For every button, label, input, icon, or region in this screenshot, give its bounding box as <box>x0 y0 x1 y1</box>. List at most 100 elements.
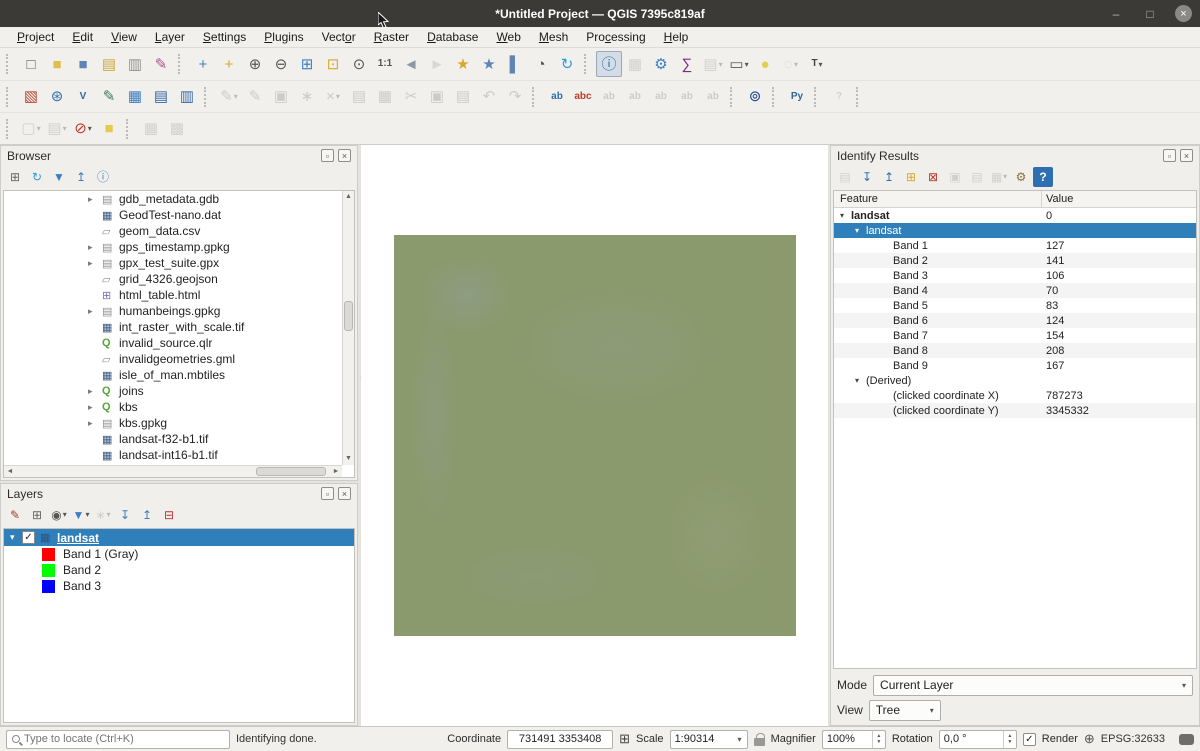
result-row[interactable]: (clicked coordinate X) 787273 <box>834 388 1196 403</box>
expand-arrow-icon[interactable]: ▸ <box>88 386 102 397</box>
scale-combobox[interactable]: 1:90314 <box>670 730 748 749</box>
expand-arrow-icon[interactable]: ▸ <box>88 402 102 413</box>
spin-arrows-icon[interactable]: ▲▼ <box>872 731 885 748</box>
new-print-layout-icon[interactable]: ▤ <box>96 51 122 77</box>
annotation-icon[interactable]: ◌ <box>778 51 804 77</box>
zoom-next-icon[interactable]: ► <box>424 51 450 77</box>
column-header-feature[interactable]: Feature <box>834 191 1042 207</box>
add-feature-icon[interactable]: ∗ <box>294 84 320 110</box>
float-panel-icon[interactable]: ▫ <box>321 487 334 500</box>
text-annotation-icon[interactable]: T <box>804 51 830 77</box>
browser-item[interactable]: ▸ joins <box>4 383 354 399</box>
float-panel-icon[interactable]: ▫ <box>1163 149 1176 162</box>
zoom-in-icon[interactable]: ⊕ <box>242 51 268 77</box>
scrollbar-thumb[interactable] <box>344 301 353 331</box>
save-edits-icon[interactable]: ▣ <box>268 84 294 110</box>
new-shapefile-layer-icon[interactable]: V <box>70 84 96 110</box>
result-row[interactable]: Band 1 127 <box>834 238 1196 253</box>
browser-item[interactable]: ▸ kbs <box>4 399 354 415</box>
save-project-icon[interactable]: ■ <box>70 51 96 77</box>
browser-item[interactable]: html_table.html <box>4 287 354 303</box>
filter-browser-icon[interactable]: ▼ <box>49 167 69 187</box>
rotate-label-icon[interactable]: ab <box>674 84 700 110</box>
panel-splitter[interactable]: ⋮⋮⋮⋮ <box>357 376 361 406</box>
layout-manager-icon[interactable]: ▥ <box>122 51 148 77</box>
layer-visibility-checkbox[interactable]: ✓ <box>22 531 35 544</box>
bookmark-manager-icon[interactable]: ▌ <box>502 51 528 77</box>
identify-mode-icon[interactable]: ▦ <box>989 167 1009 187</box>
redo-icon[interactable]: ↷ <box>502 84 528 110</box>
menu-plugins[interactable]: Plugins <box>255 28 312 46</box>
scroll-down-icon[interactable]: ▼ <box>343 453 354 465</box>
select-by-form-icon[interactable]: ■ <box>96 116 122 142</box>
menu-view[interactable]: View <box>102 28 146 46</box>
close-button[interactable]: × <box>1175 5 1192 22</box>
cut-features-icon[interactable]: ✂ <box>398 84 424 110</box>
lock-icon[interactable] <box>754 738 765 746</box>
modify-attributes-icon[interactable]: ▤ <box>346 84 372 110</box>
identify-features-icon[interactable]: ⓘ <box>596 51 622 77</box>
result-row[interactable]: Band 9 167 <box>834 358 1196 373</box>
crs-status[interactable]: EPSG:32633 <box>1101 733 1165 745</box>
menu-project[interactable]: Project <box>8 28 63 46</box>
refresh-browser-icon[interactable]: ↻ <box>27 167 47 187</box>
menu-mesh[interactable]: Mesh <box>530 28 577 46</box>
expand-all-layers-icon[interactable]: ↧ <box>115 505 135 525</box>
browser-item[interactable]: invalid_source.qlr <box>4 335 354 351</box>
zoom-to-layer-icon[interactable]: ⊙ <box>346 51 372 77</box>
copy-feature-icon[interactable]: ▣ <box>945 167 965 187</box>
new-annotation-layer-icon[interactable]: ▥ <box>174 84 200 110</box>
help-contents-icon[interactable]: ? <box>826 84 852 110</box>
browser-item[interactable]: ▸ gps_timestamp.gpkg <box>4 239 354 255</box>
browser-item[interactable]: landsat-f32-b1.tif <box>4 431 354 447</box>
new-virtual-layer-icon[interactable]: ▦ <box>122 84 148 110</box>
show-bookmarks-icon[interactable]: ★ <box>476 51 502 77</box>
collapse-arrow-icon[interactable]: ▾ <box>10 532 22 543</box>
zoom-native-icon[interactable]: 1:1 <box>372 51 398 77</box>
pan-to-selection-icon[interactable]: + <box>216 51 242 77</box>
expand-arrow-icon[interactable]: ▾ <box>855 226 866 235</box>
browser-vertical-scrollbar[interactable]: ▲ ▼ <box>342 191 354 465</box>
menu-help[interactable]: Help <box>655 28 698 46</box>
scroll-right-icon[interactable]: ► <box>330 466 342 477</box>
open-attribute-table-2-icon[interactable]: ▦ <box>138 116 164 142</box>
new-geopackage-layer-icon[interactable]: ⊛ <box>44 84 70 110</box>
toolbar-handle[interactable] <box>772 87 781 107</box>
toolbar-handle[interactable] <box>856 87 865 107</box>
browser-item[interactable]: GeodTest-nano.dat <box>4 207 354 223</box>
expand-arrow-icon[interactable]: ▸ <box>88 306 102 317</box>
locator-input[interactable] <box>24 733 224 745</box>
render-checkbox[interactable]: ✓ <box>1023 733 1036 746</box>
result-row[interactable]: Band 3 106 <box>834 268 1196 283</box>
move-label-icon[interactable]: ab <box>648 84 674 110</box>
result-row[interactable]: Band 8 208 <box>834 343 1196 358</box>
close-panel-icon[interactable]: × <box>1180 149 1193 162</box>
menu-layer[interactable]: Layer <box>146 28 194 46</box>
toolbar-handle[interactable] <box>814 87 823 107</box>
toolbar-handle[interactable] <box>584 54 593 74</box>
print-results-icon[interactable]: ▤ <box>967 167 987 187</box>
collapse-tree-icon[interactable]: ↥ <box>879 167 899 187</box>
result-row[interactable]: ▾ landsat 0 <box>834 208 1196 223</box>
browser-item[interactable]: grid_4326.geojson <box>4 271 354 287</box>
expand-arrow-icon[interactable]: ▸ <box>88 258 102 269</box>
pin-labels-icon[interactable]: ab <box>596 84 622 110</box>
result-row[interactable]: (clicked coordinate Y) 3345332 <box>834 403 1196 418</box>
browser-item[interactable]: ▸ kbs.gpkg <box>4 415 354 431</box>
column-header-value[interactable]: Value <box>1042 191 1196 207</box>
locator-search[interactable] <box>6 730 230 749</box>
toolbar-handle[interactable] <box>204 87 213 107</box>
close-panel-icon[interactable]: × <box>338 487 351 500</box>
layer-labeling-icon[interactable]: ab <box>544 84 570 110</box>
temporal-controller-icon[interactable]: ◔ <box>528 51 554 77</box>
expand-arrow-icon[interactable]: ▸ <box>88 194 102 205</box>
copy-features-icon[interactable]: ▣ <box>424 84 450 110</box>
browser-item[interactable]: ▸ humanbeings.gpkg <box>4 303 354 319</box>
remove-layer-icon[interactable]: ⊟ <box>159 505 179 525</box>
browser-item[interactable]: isle_of_man.mbtiles <box>4 367 354 383</box>
new-spatialite-layer-icon[interactable]: ✎ <box>96 84 122 110</box>
refresh-map-icon[interactable]: ↻ <box>554 51 580 77</box>
browser-item[interactable]: invalidgeometries.gml <box>4 351 354 367</box>
map-themes-icon[interactable]: ◉ <box>49 505 69 525</box>
expand-arrow-icon[interactable]: ▸ <box>88 242 102 253</box>
